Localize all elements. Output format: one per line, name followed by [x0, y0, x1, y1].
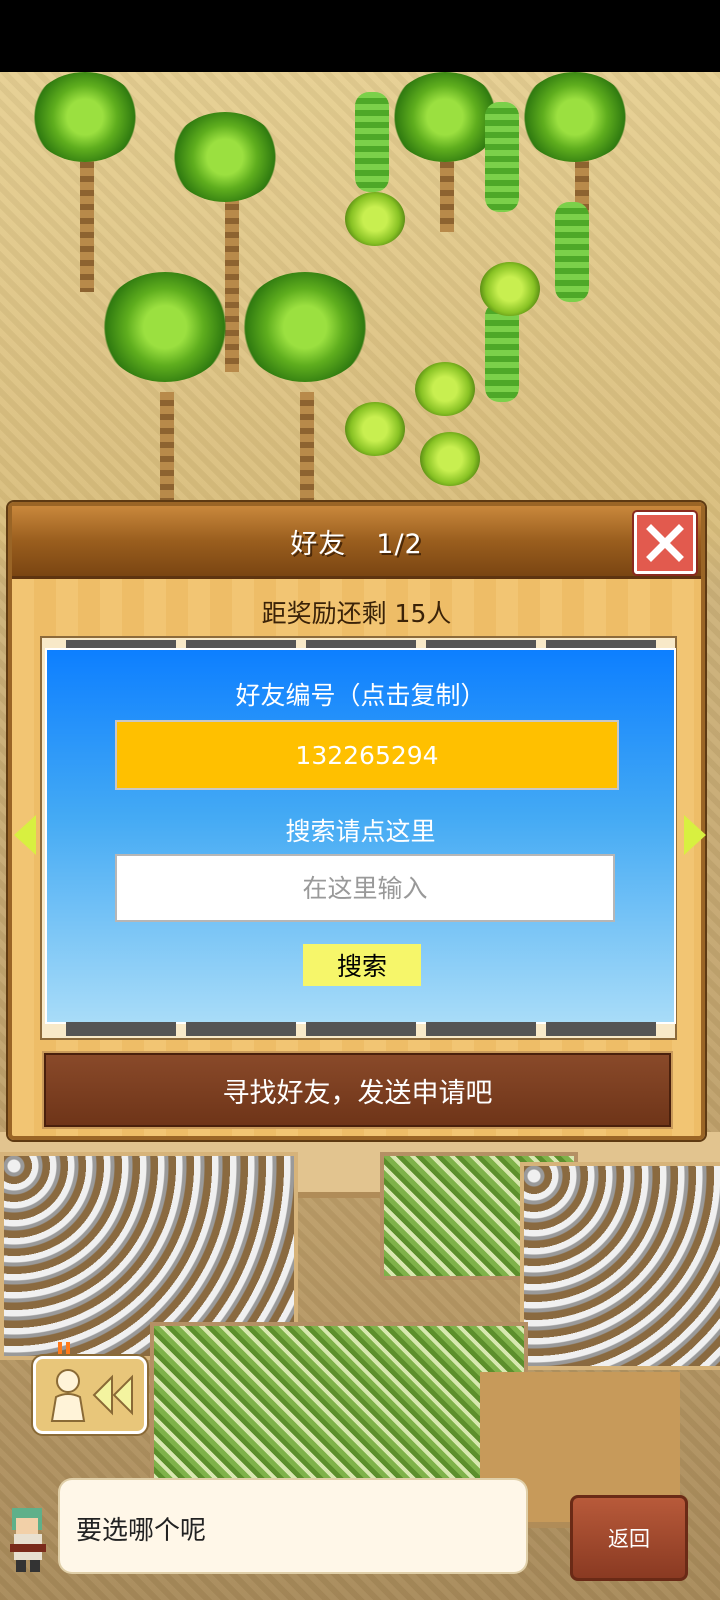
arrow-right-icon[interactable]	[684, 815, 706, 855]
search-label: 搜索请点这里	[285, 817, 436, 846]
close-button[interactable]	[634, 512, 696, 574]
dialog-header: 好友 1/2	[12, 506, 701, 579]
search-input[interactable]	[115, 854, 615, 922]
friend-id-panel: 好友编号（点击复制） 132265294 搜索请点这里 搜索	[45, 648, 676, 1024]
close-icon	[646, 524, 684, 562]
dialog-title-text: 好友	[290, 529, 347, 560]
friend-id-copy-button[interactable]: 132265294	[115, 720, 619, 790]
character-rewind-button[interactable]	[33, 1356, 147, 1434]
character-icon	[50, 1369, 86, 1422]
speech-text: 要选哪个呢	[76, 1516, 207, 1546]
search-button-label: 搜索	[336, 952, 387, 981]
npc-character	[4, 1504, 52, 1572]
speech-bubble: 要选哪个呢	[60, 1480, 526, 1572]
panel-tabs-top	[66, 640, 656, 648]
dialog-page-indicator: 1/2	[376, 529, 423, 560]
friend-id-label: 好友编号（点击复制）	[235, 681, 486, 710]
panel-tabs-bottom	[66, 1022, 656, 1036]
back-button[interactable]: 返回	[570, 1495, 688, 1581]
reward-remaining-text: 距奖励还剩 15人	[261, 599, 452, 628]
friend-id-value: 132265294	[295, 740, 439, 770]
rewind-icon	[92, 1374, 133, 1416]
status-bar	[0, 0, 720, 72]
find-friends-button[interactable]: 寻找好友，发送申请吧	[42, 1051, 673, 1129]
friend-dialog: 好友 1/2 距奖励还剩 15人 好友编号（点击复制） 132265294 搜索请…	[8, 502, 705, 1140]
find-friends-label: 寻找好友，发送申请吧	[222, 1077, 493, 1109]
dialog-title: 好友 1/2	[12, 522, 701, 561]
back-button-label: 返回	[608, 1527, 650, 1551]
search-button[interactable]: 搜索	[303, 944, 421, 986]
arrow-left-icon[interactable]	[14, 815, 36, 855]
friend-panel-frame: 好友编号（点击复制） 132265294 搜索请点这里 搜索	[40, 636, 677, 1040]
